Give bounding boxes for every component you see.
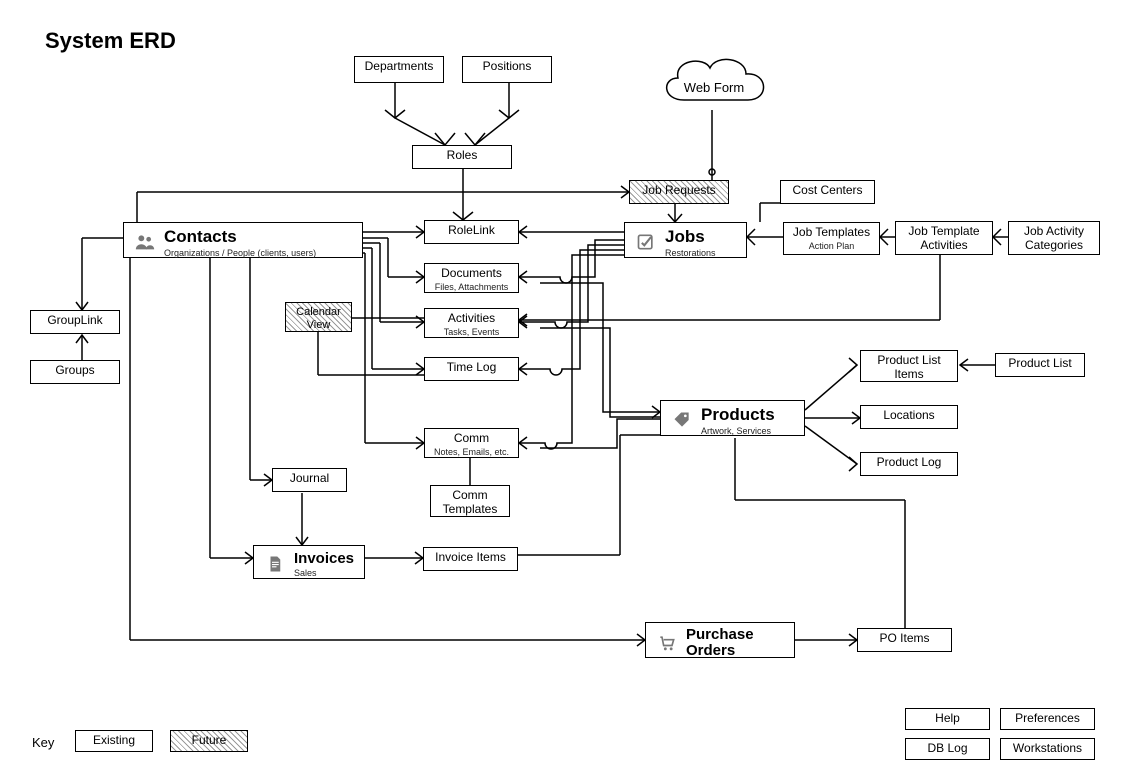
key-future: Future [170,730,248,752]
entity-calendar-view: Calendar View [285,302,352,332]
jta-label: Job Template Activities [902,225,986,253]
entity-purchase-orders: Purchase Orders [645,622,795,658]
checkbox-icon [635,231,657,253]
entity-departments: Departments [354,56,444,83]
entity-product-list-items: Product List Items [860,350,958,382]
job-templates-sub: Action Plan [790,241,873,251]
entity-activities: Activities Tasks, Events [424,308,519,338]
activities-label: Activities [431,312,512,326]
job-templates-label: Job Templates [790,226,873,240]
cost-centers-label: Cost Centers [787,184,868,198]
comm-templates-label: Comm Templates [437,489,503,517]
comm-label: Comm [431,432,512,446]
product-log-label: Product Log [867,456,951,470]
key-label: Key [32,735,54,750]
timelog-label: Time Log [431,361,512,375]
grouplink-label: GroupLink [37,314,113,328]
locations-label: Locations [867,409,951,423]
documents-label: Documents [431,267,512,281]
entity-comm: Comm Notes, Emails, etc. [424,428,519,458]
entity-time-log: Time Log [424,357,519,381]
invoice-items-label: Invoice Items [430,551,511,565]
preferences-label: Preferences [1007,712,1088,726]
rolelink-label: RoleLink [431,224,512,238]
entity-workstations: Workstations [1000,738,1095,760]
key-existing: Existing [75,730,153,752]
entity-contacts: Contacts Organizations / People (clients… [123,222,363,258]
job-requests-label: Job Requests [636,184,722,198]
roles-label: Roles [419,149,505,163]
dblog-label: DB Log [912,742,983,756]
entity-job-activity-categories: Job Activity Categories [1008,221,1100,255]
entity-jobs: Jobs Restorations [624,222,747,258]
entity-job-templates: Job Templates Action Plan [783,222,880,255]
departments-label: Departments [361,60,437,74]
entity-product-list: Product List [995,353,1085,377]
contacts-title: Contacts [164,227,316,247]
key-future-label: Future [177,734,241,748]
product-list-label: Product List [1002,357,1078,371]
entity-po-items: PO Items [857,628,952,652]
entity-journal: Journal [272,468,347,492]
comm-sub: Notes, Emails, etc. [431,447,512,457]
people-icon [134,231,156,253]
entity-products: Products Artwork, Services [660,400,805,436]
products-title: Products [701,405,775,425]
invoices-title: Invoices [294,550,354,567]
entity-rolelink: RoleLink [424,220,519,244]
key-existing-label: Existing [82,734,146,748]
po-title: Purchase Orders [686,627,784,659]
document-icon [264,553,286,575]
po-items-label: PO Items [864,632,945,646]
entity-db-log: DB Log [905,738,990,760]
products-sub: Artwork, Services [701,426,775,436]
contacts-subtitle: Organizations / People (clients, users) [164,248,316,258]
entity-grouplink: GroupLink [30,310,120,334]
entity-help: Help [905,708,990,730]
connectors-layer [0,0,1126,773]
documents-sub: Files, Attachments [431,282,512,292]
entity-positions: Positions [462,56,552,83]
entity-web-form: Web Form [654,50,774,115]
journal-label: Journal [279,472,340,486]
entity-cost-centers: Cost Centers [780,180,875,204]
entity-comm-templates: Comm Templates [430,485,510,517]
activities-sub: Tasks, Events [431,327,512,337]
entity-job-requests: Job Requests [629,180,729,204]
entity-preferences: Preferences [1000,708,1095,730]
positions-label: Positions [469,60,545,74]
web-form-label: Web Form [684,80,744,95]
entity-product-log: Product Log [860,452,958,476]
cart-icon [656,632,678,654]
entity-locations: Locations [860,405,958,429]
entity-documents: Documents Files, Attachments [424,263,519,293]
tag-icon [671,409,693,431]
invoices-sub: Sales [294,568,354,578]
entity-roles: Roles [412,145,512,169]
entity-invoice-items: Invoice Items [423,547,518,571]
jobs-subtitle: Restorations [665,248,716,258]
entity-invoices: Invoices Sales [253,545,365,579]
jac-label: Job Activity Categories [1015,225,1093,253]
workstations-label: Workstations [1007,742,1088,756]
groups-label: Groups [37,364,113,378]
page-title: System ERD [45,28,176,54]
jobs-title: Jobs [665,227,716,247]
entity-job-template-activities: Job Template Activities [895,221,993,255]
entity-groups: Groups [30,360,120,384]
pli-label: Product List Items [867,354,951,382]
erd-stage: System ERD [0,0,1126,773]
help-label: Help [912,712,983,726]
calendar-view-label: Calendar View [292,306,345,331]
